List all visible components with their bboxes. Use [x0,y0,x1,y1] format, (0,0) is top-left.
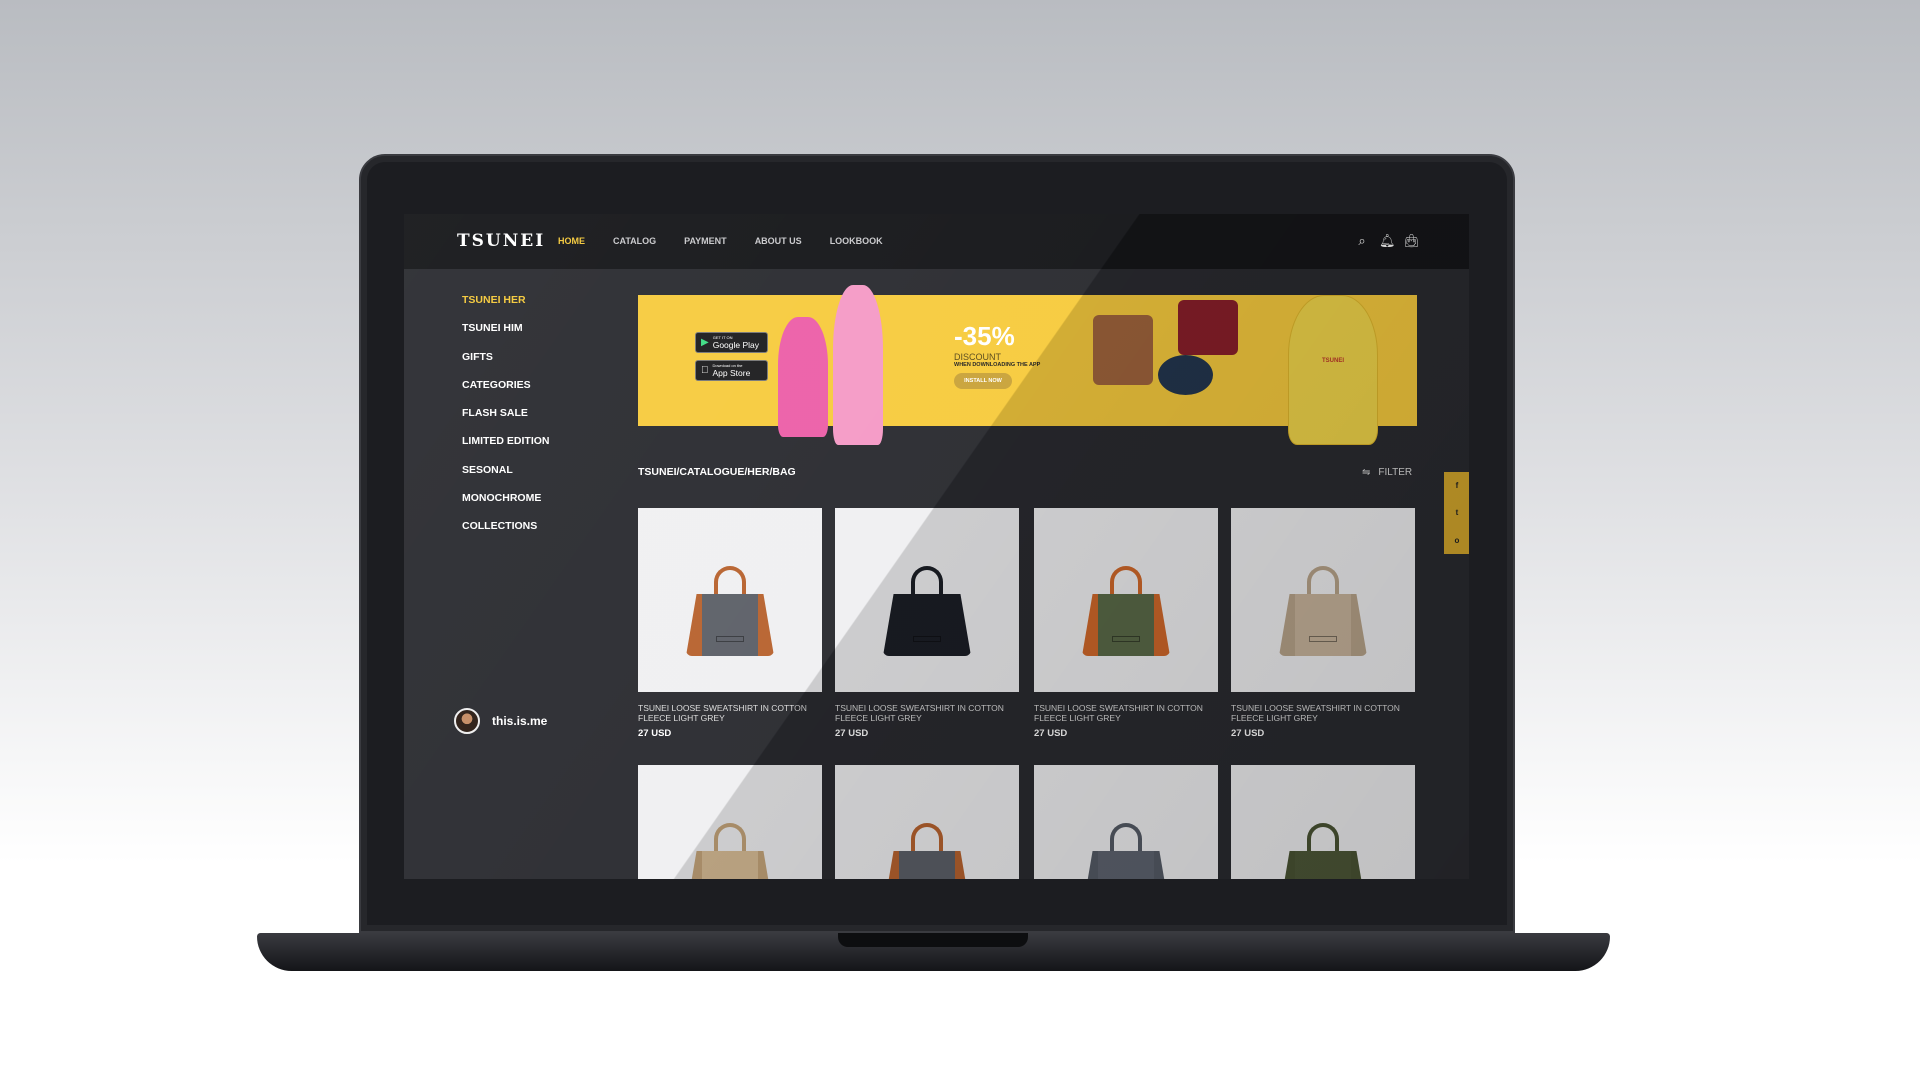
google-play-label: Google Play [712,340,760,350]
sidebar-item-sesonal[interactable]: SESONAL [462,464,550,492]
model-figure-1 [778,317,828,437]
sidebar: TSUNEI HER TSUNEI HIM GIFTS CATEGORIES F… [462,294,550,549]
sidebar-item-collections[interactable]: COLLECTIONS [462,520,550,548]
product-title[interactable]: TSUNEI LOOSE SWEATSHIRT IN COTTON FLEECE… [1034,703,1218,723]
discount-subtext: WHEN DOWNLOADING THE APP [954,362,1041,368]
sidebar-item-tsunei-him[interactable]: TSUNEI HIM [462,322,550,350]
shirt-logo: TSUNEI [1321,358,1344,364]
nav-home[interactable]: HOME [558,236,585,246]
sidebar-item-monochrome[interactable]: MONOCHROME [462,492,550,520]
filter-label: FILTER [1378,467,1413,478]
screen: TSUNEI HOME CATALOG PAYMENT ABOUT US LOO… [404,214,1469,879]
bag-image [1279,823,1367,879]
model-figure-2 [833,285,883,445]
user-profile[interactable]: this.is.me [454,708,547,734]
product-price: 27 USD [1034,728,1068,739]
instagram-icon[interactable]: o [1455,536,1460,545]
product-card[interactable]: TSUNEI LOOSE SWEATSHIRT IN COTTON FLEECE… [1231,508,1415,739]
hat-image [1158,355,1213,395]
nav-payment[interactable]: PAYMENT [684,236,727,246]
product-image[interactable] [638,508,822,692]
product-card[interactable]: TSUNEI LOOSE SWEATSHIRT IN COTTON FLEECE… [638,508,822,739]
product-price: 27 USD [638,728,672,739]
discount-label: DISCOUNT [954,352,1001,362]
product-title[interactable]: TSUNEI LOOSE SWEATSHIRT IN COTTON FLEECE… [638,703,822,723]
bag-image [686,823,774,879]
product-image[interactable] [1034,765,1218,879]
product-price: 27 USD [835,728,869,739]
promo-banner[interactable]: ▶ GET IT ONGoogle Play  Download on the… [638,285,1417,445]
product-title[interactable]: TSUNEI LOOSE SWEATSHIRT IN COTTON FLEECE… [835,703,1019,723]
product-image[interactable] [835,765,1019,879]
product-card[interactable] [638,765,822,879]
product-card[interactable] [1034,765,1218,879]
product-card[interactable] [835,765,1019,879]
main-nav: HOME CATALOG PAYMENT ABOUT US LOOKBOOK [558,236,883,246]
apple-icon:  [701,365,709,376]
facebook-icon[interactable]: f [1456,481,1459,490]
app-store-button[interactable]:  Download on theApp Store [695,360,768,381]
twitter-icon[interactable]: t [1456,508,1459,517]
bag-image [686,566,774,656]
app-store-label: App Store [705,368,751,378]
nav-catalog[interactable]: CATALOG [613,236,656,246]
sidebar-item-flash-sale[interactable]: FLASH SALE [462,407,550,435]
sidebar-item-tsunei-her[interactable]: TSUNEI HER [462,294,550,322]
discount-percent: -35% [954,321,1015,351]
bag-image [883,566,971,656]
social-bar: f t o [1444,472,1469,554]
filter-icon: ⇋ [1362,467,1371,478]
product-card[interactable]: TSUNEI LOOSE SWEATSHIRT IN COTTON FLEECE… [835,508,1019,739]
sidebar-item-limited-edition[interactable]: LIMITED EDITION [462,435,550,463]
product-image[interactable] [1231,508,1415,692]
bag-icon[interactable]: 👜︎ [1403,233,1420,249]
logo[interactable]: TSUNEI [457,231,545,251]
model-figure-3: TSUNEI [1288,295,1378,445]
username: this.is.me [492,714,548,728]
google-play-icon: ▶ [701,337,709,348]
bag-image [883,823,971,879]
product-card[interactable]: TSUNEI LOOSE SWEATSHIRT IN COTTON FLEECE… [1034,508,1218,739]
red-bag-image [1178,300,1238,355]
laptop-notch [838,933,1028,947]
product-title[interactable]: TSUNEI LOOSE SWEATSHIRT IN COTTON FLEECE… [1231,703,1415,723]
discount-block: -35% DISCOUNT WHEN DOWNLOADING THE APP [954,321,1040,368]
bell-icon[interactable]: 🔔︎ [1379,233,1396,249]
product-image[interactable] [1231,765,1415,879]
install-now-button[interactable]: INSTALL NOW [954,373,1012,389]
nav-lookbook[interactable]: LOOKBOOK [830,236,883,246]
nav-about-us[interactable]: ABOUT US [755,236,802,246]
top-nav-bar: TSUNEI HOME CATALOG PAYMENT ABOUT US LOO… [404,214,1469,269]
bag-image [1279,566,1367,656]
sidebar-item-categories[interactable]: CATEGORIES [462,379,550,407]
sidebar-item-gifts[interactable]: GIFTS [462,351,550,379]
product-image[interactable] [638,765,822,879]
bag-image [1082,823,1170,879]
breadcrumb: TSUNEI/CATALOGUE/HER/BAG [638,466,796,478]
product-price: 27 USD [1231,728,1265,739]
product-image[interactable] [1034,508,1218,692]
bag-image [1082,566,1170,656]
product-image[interactable] [835,508,1019,692]
filter-button[interactable]: ⇋ FILTER [1362,467,1412,478]
avatar [454,708,480,734]
product-card[interactable] [1231,765,1415,879]
search-icon[interactable]: ⌕ [1355,233,1369,249]
handbag-image [1093,315,1153,385]
header-icons: ⌕ 🔔︎ 👜︎ [1355,233,1420,249]
google-play-button[interactable]: ▶ GET IT ON Google Play [695,332,768,353]
